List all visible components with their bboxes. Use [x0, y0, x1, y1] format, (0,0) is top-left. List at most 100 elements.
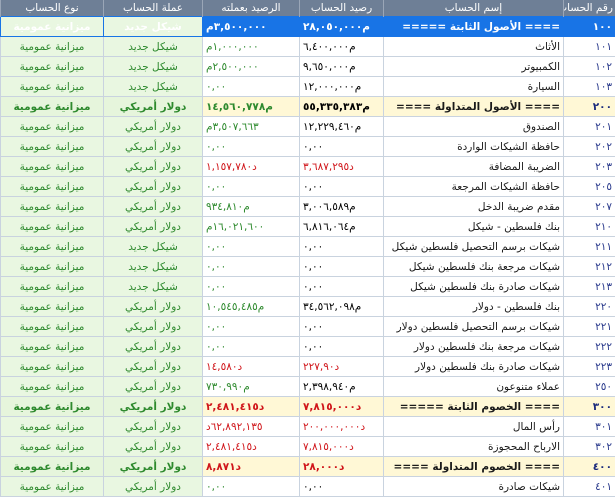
account-code-cell[interactable]: ٢٠٣	[564, 157, 615, 177]
table-row[interactable]: ٢٠٣الضريبة المضافةد٣,٦٨٧,٢٩٥د١,١٥٧,٧٨٠دو…	[1, 157, 615, 177]
account-code-cell[interactable]: ١٠١	[564, 37, 615, 57]
account-currency-cell[interactable]: دولار أمريكي	[104, 217, 203, 237]
account-balance-cell[interactable]: م٦,٤٠٠,٠٠٠	[300, 37, 384, 57]
account-balance-cell[interactable]: م٣٤,٥٦٢,٠٩٨	[300, 297, 384, 317]
account-currency-cell[interactable]: شيكل جديد	[104, 37, 203, 57]
table-row[interactable]: ٢٢٢شيكات مرجعة بنك فلسطين دولار٠,٠٠٠,٠٠د…	[1, 337, 615, 357]
account-balance-currency-cell[interactable]: م١٠,٥٤٥,٤٨٥	[203, 297, 300, 317]
table-row[interactable]: ٢٥٠عملاء متنوعونم٢,٣٩٨,٩٤٠م٧٣٠,٩٩٠دولار …	[1, 377, 615, 397]
account-balance-currency-cell[interactable]: ٣,٥٠٠,٠٠٠م	[203, 17, 300, 37]
account-name-cell[interactable]: بنك فلسطين - شيكل	[384, 217, 564, 237]
column-header-name[interactable]: إسم الحساب	[384, 0, 564, 17]
account-balance-currency-cell[interactable]: م١٤,٥٦٠,٧٧٨	[203, 97, 300, 117]
account-code-cell[interactable]: ٢١٠	[564, 217, 615, 237]
account-currency-cell[interactable]: شيكل جديد	[104, 57, 203, 77]
column-header-code[interactable]: رقم الحساب	[564, 0, 615, 17]
table-row[interactable]: ٣٠٠==== الخصوم الثابتة =====د٧,٨١٥,٠٠٠د٢…	[1, 397, 615, 417]
table-row[interactable]: ٤٠١شيكات صادرة٠,٠٠٠,٠٠دولار أمريكيميزاني…	[1, 477, 615, 497]
table-row[interactable]: ١٠٠==== الأصول الثابتة =====م٢٨,٠٥٠,٠٠٠٣…	[1, 17, 615, 37]
account-name-cell[interactable]: بنك فلسطين - دولار	[384, 297, 564, 317]
account-type-cell[interactable]: ميزانية عمومية	[1, 117, 104, 137]
account-code-cell[interactable]: ٢١١	[564, 237, 615, 257]
account-balance-cell[interactable]: ٠,٠٠	[300, 317, 384, 337]
account-code-cell[interactable]: ٢٥٠	[564, 377, 615, 397]
account-currency-cell[interactable]: دولار أمريكي	[104, 317, 203, 337]
account-balance-cell[interactable]: د٢٠٠,٠٠٠,٠٠٠	[300, 417, 384, 437]
table-row[interactable]: ٢٠٥حافظة الشيكات المرجعة٠,٠٠٠,٠٠دولار أم…	[1, 177, 615, 197]
account-balance-cell[interactable]: م٣,٠٠٦,٥٨٩	[300, 197, 384, 217]
account-type-cell[interactable]: ميزانية عمومية	[1, 317, 104, 337]
account-balance-cell[interactable]: م٢,٣٩٨,٩٤٠	[300, 377, 384, 397]
account-type-cell[interactable]: ميزانية عمومية	[1, 37, 104, 57]
table-row[interactable]: ١٠١الأثاثم٦,٤٠٠,٠٠٠١,٠٠٠,٠٠٠مشيكل جديدمي…	[1, 37, 615, 57]
table-row[interactable]: ٣٠٢الارباح المحجوزةد٧,٨١٥,٠٠٠د٢,٤٨١,٤١٥د…	[1, 437, 615, 457]
account-currency-cell[interactable]: شيكل جديد	[104, 77, 203, 97]
table-row[interactable]: ٢٢١شيكات برسم التحصيل فلسطين دولار٠,٠٠٠,…	[1, 317, 615, 337]
account-balance-currency-cell[interactable]: د١,١٥٧,٧٨٠	[203, 157, 300, 177]
account-balance-currency-cell[interactable]: ٠,٠٠	[203, 317, 300, 337]
account-code-cell[interactable]: ٢٠٥	[564, 177, 615, 197]
account-balance-currency-cell[interactable]: د٢,٤٨١,٤١٥	[203, 397, 300, 417]
account-balance-cell[interactable]: م٦,٨١٦,٠٦٤	[300, 217, 384, 237]
account-balance-cell[interactable]: ٠,٠٠	[300, 337, 384, 357]
account-balance-cell[interactable]: د٢٢٧,٩٠	[300, 357, 384, 377]
account-balance-currency-cell[interactable]: د١٤,٥٨٠	[203, 357, 300, 377]
account-balance-currency-cell[interactable]: ٠,٠٠	[203, 477, 300, 497]
account-type-cell[interactable]: ميزانية عمومية	[1, 57, 104, 77]
account-code-cell[interactable]: ٢٠١	[564, 117, 615, 137]
account-currency-cell[interactable]: دولار أمريكي	[104, 137, 203, 157]
account-code-cell[interactable]: ٢٢٣	[564, 357, 615, 377]
account-name-cell[interactable]: شيكات صادرة بنك فلسطين شيكل	[384, 277, 564, 297]
account-code-cell[interactable]: ٣٠١	[564, 417, 615, 437]
account-name-cell[interactable]: شيكات صادرة	[384, 477, 564, 497]
account-type-cell[interactable]: ميزانية عمومية	[1, 237, 104, 257]
account-balance-cell[interactable]: م١٢,٠٠٠,٠٠٠	[300, 77, 384, 97]
account-balance-currency-cell[interactable]: ٠,٠٠	[203, 277, 300, 297]
account-type-cell[interactable]: ميزانية عمومية	[1, 197, 104, 217]
account-balance-cell[interactable]: ٠,٠٠	[300, 277, 384, 297]
account-name-cell[interactable]: عملاء متنوعون	[384, 377, 564, 397]
account-type-cell[interactable]: ميزانية عمومية	[1, 17, 104, 37]
account-code-cell[interactable]: ١٠٢	[564, 57, 615, 77]
account-name-cell[interactable]: ==== الأصول المتداولة ====	[384, 97, 564, 117]
account-name-cell[interactable]: السيارة	[384, 77, 564, 97]
table-row[interactable]: ٢٢٠بنك فلسطين - دولارم٣٤,٥٦٢,٠٩٨م١٠,٥٤٥,…	[1, 297, 615, 317]
account-code-cell[interactable]: ٢٢٢	[564, 337, 615, 357]
table-row[interactable]: ٢١٢شيكات مرجعة بنك فلسطين شيكل٠,٠٠٠,٠٠شي…	[1, 257, 615, 277]
account-type-cell[interactable]: ميزانية عمومية	[1, 257, 104, 277]
account-balance-cell[interactable]: ٠,٠٠	[300, 257, 384, 277]
table-row[interactable]: ٢٠٠==== الأصول المتداولة ====م٥٥,٣٣٥,٣٨٣…	[1, 97, 615, 117]
account-name-cell[interactable]: رأس المال	[384, 417, 564, 437]
account-name-cell[interactable]: شيكات مرجعة بنك فلسطين دولار	[384, 337, 564, 357]
account-type-cell[interactable]: ميزانية عمومية	[1, 377, 104, 397]
account-balance-cell[interactable]: د٣,٦٨٧,٢٩٥	[300, 157, 384, 177]
account-currency-cell[interactable]: دولار أمريكي	[104, 377, 203, 397]
account-currency-cell[interactable]: شيكل جديد	[104, 277, 203, 297]
account-name-cell[interactable]: الكمبيوتر	[384, 57, 564, 77]
account-code-cell[interactable]: ٢٢٠	[564, 297, 615, 317]
account-currency-cell[interactable]: دولار أمريكي	[104, 297, 203, 317]
account-currency-cell[interactable]: دولار أمريكي	[104, 97, 203, 117]
account-balance-currency-cell[interactable]: ٣,٥٠٧,٦٦٣م	[203, 117, 300, 137]
account-balance-currency-cell[interactable]: ١٦,٠٢١,٦٠٠م	[203, 217, 300, 237]
account-name-cell[interactable]: الضريبة المضافة	[384, 157, 564, 177]
column-header-type[interactable]: نوع الحساب	[1, 0, 104, 17]
account-type-cell[interactable]: ميزانية عمومية	[1, 397, 104, 417]
account-type-cell[interactable]: ميزانية عمومية	[1, 417, 104, 437]
account-balance-cell[interactable]: م٥٥,٣٣٥,٣٨٣	[300, 97, 384, 117]
account-type-cell[interactable]: ميزانية عمومية	[1, 437, 104, 457]
account-type-cell[interactable]: ميزانية عمومية	[1, 297, 104, 317]
column-header-balance[interactable]: رصيد الحساب	[300, 0, 384, 17]
account-balance-currency-cell[interactable]: د٢,٤٨١,٤١٥	[203, 437, 300, 457]
account-name-cell[interactable]: شيكات صادرة بنك فلسطين دولار	[384, 357, 564, 377]
table-row[interactable]: ٢١٣شيكات صادرة بنك فلسطين شيكل٠,٠٠٠,٠٠شي…	[1, 277, 615, 297]
account-balance-currency-cell[interactable]: ٠,٠٠	[203, 177, 300, 197]
account-name-cell[interactable]: الصندوق	[384, 117, 564, 137]
account-code-cell[interactable]: ٤٠١	[564, 477, 615, 497]
account-code-cell[interactable]: ٢١٣	[564, 277, 615, 297]
account-balance-cell[interactable]: م٢٨,٠٥٠,٠٠٠	[300, 17, 384, 37]
account-code-cell[interactable]: ٢٠٠	[564, 97, 615, 117]
account-currency-cell[interactable]: شيكل جديد	[104, 257, 203, 277]
account-currency-cell[interactable]: دولار أمريكي	[104, 157, 203, 177]
account-name-cell[interactable]: مقدم ضريبة الدخل	[384, 197, 564, 217]
